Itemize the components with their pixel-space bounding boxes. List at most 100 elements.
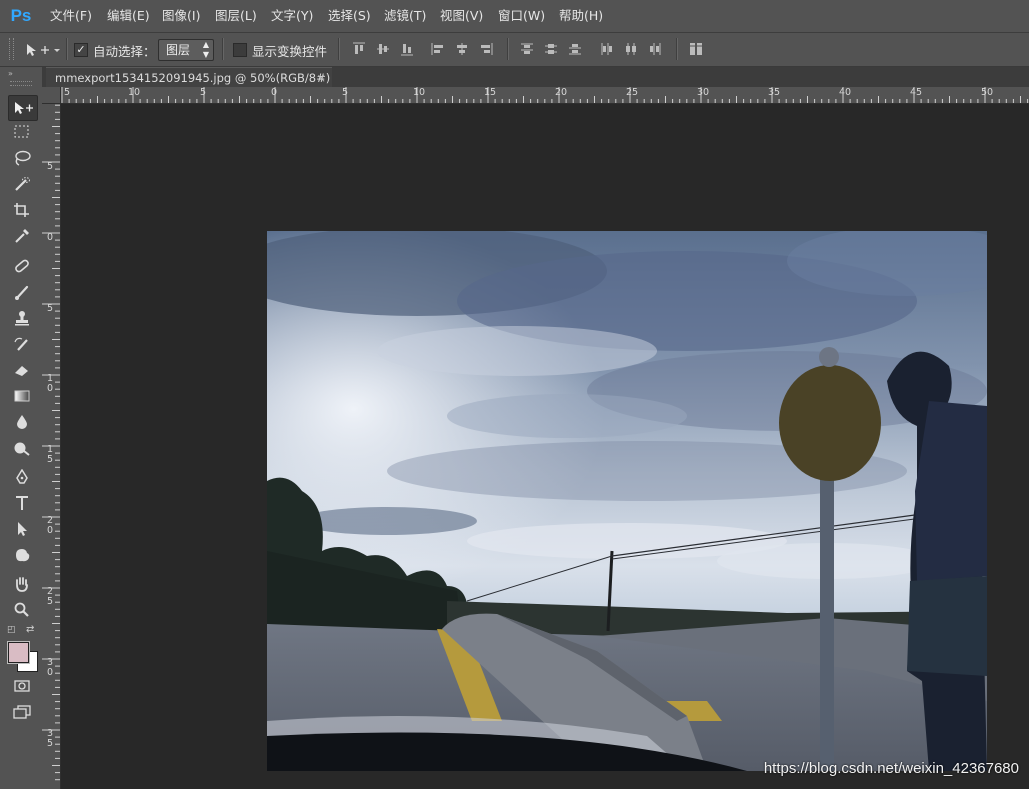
menu-select[interactable]: 选择(S): [328, 0, 371, 32]
align-horizontal-center-icon[interactable]: [455, 42, 469, 56]
blur-tool-button[interactable]: [8, 410, 36, 434]
hand-tool-button[interactable]: [8, 572, 36, 596]
vruler-label: 30: [47, 657, 54, 678]
vruler-label: 35: [47, 728, 54, 749]
hand-icon: [16, 577, 28, 592]
distribute-top-icon[interactable]: [520, 42, 534, 56]
healing-brush-tool-button[interactable]: [8, 254, 36, 278]
hruler-label: 15: [484, 87, 497, 98]
hruler-label: 5: [64, 87, 71, 98]
crop-tool-button[interactable]: [8, 198, 36, 222]
default-colors-icon[interactable]: ◰: [7, 625, 16, 635]
screen-mode-icon: [13, 705, 31, 719]
options-grip[interactable]: [9, 38, 14, 60]
custom-shape-icon: [16, 549, 30, 562]
zoom-tool-button[interactable]: [8, 598, 36, 622]
show-transform-label: 显示变换控件: [252, 44, 328, 59]
ruler-origin[interactable]: [42, 87, 61, 104]
distribute-vertical-center-icon[interactable]: [544, 42, 558, 56]
clone-stamp-tool-button[interactable]: [8, 306, 36, 330]
type-tool-button[interactable]: [8, 491, 36, 515]
pen-icon: [16, 469, 28, 484]
menu-file[interactable]: 文件(F): [50, 0, 92, 32]
move-tool-icon: [27, 44, 60, 56]
show-transform-checkbox[interactable]: [233, 43, 247, 57]
align-right-icon[interactable]: [479, 42, 493, 56]
menu-filter[interactable]: 滤镜(T): [384, 0, 426, 32]
path-selection-tool-button[interactable]: [8, 517, 36, 541]
distribute-horizontal-center-icon[interactable]: [624, 42, 638, 56]
separator: [66, 38, 68, 60]
distribute-bottom-icon[interactable]: [568, 42, 582, 56]
menu-image[interactable]: 图像(I): [162, 0, 200, 32]
menu-type[interactable]: 文字(Y): [271, 0, 313, 32]
eyedropper-tool-button[interactable]: [8, 224, 36, 248]
distribute-left-icon[interactable]: [600, 42, 614, 56]
screen-mode-button[interactable]: [8, 700, 36, 724]
dropdown-arrows-icon: ▲ ▼: [202, 40, 209, 59]
vruler-label: 5: [47, 161, 54, 172]
collapse-panel-icon[interactable]: »: [8, 69, 13, 78]
vruler-label: 0: [47, 232, 54, 243]
vruler-label: 15: [47, 444, 54, 465]
shape-tool-button[interactable]: [8, 543, 36, 567]
quick-selection-brush-icon: [15, 177, 30, 191]
hruler-label: 40: [839, 87, 852, 98]
pen-tool-button[interactable]: [8, 465, 36, 489]
align-top-icon[interactable]: [352, 42, 366, 56]
stamp-icon: [15, 311, 29, 326]
eyedropper-icon: [15, 229, 29, 243]
menu-layer[interactable]: 图层(L): [215, 0, 257, 32]
panel-grip[interactable]: [10, 81, 32, 86]
tool-preset-picker[interactable]: [24, 41, 60, 59]
path-selection-arrow-icon: [18, 522, 27, 536]
dodge-tool-button[interactable]: [8, 436, 36, 460]
brush-tool-button[interactable]: [8, 280, 36, 304]
menu-help[interactable]: 帮助(H): [559, 0, 603, 32]
menu-window[interactable]: 窗口(W): [498, 0, 545, 32]
document-tab[interactable]: mmexport1534152091945.jpg @ 50%(RGB/8#) …: [46, 67, 332, 88]
align-left-icon[interactable]: [431, 42, 445, 56]
eraser-tool-button[interactable]: [8, 358, 36, 382]
auto-select-value: 图层: [166, 43, 191, 57]
brush-icon: [15, 285, 29, 300]
vertical-ruler[interactable]: 5 0 5 10 15 20 25 30 35: [42, 87, 61, 789]
separator: [222, 38, 224, 60]
foreground-color-swatch[interactable]: [7, 641, 30, 664]
horizontal-ruler[interactable]: 5 10 5 0 5 10 15 20 25 30 35 40 45 50: [42, 87, 1029, 104]
menu-edit[interactable]: 编辑(E): [107, 0, 150, 32]
bandage-icon: [15, 259, 29, 273]
hruler-label: 10: [128, 87, 141, 98]
document-tab-title: mmexport1534152091945.jpg @ 50%(RGB/8#): [55, 71, 331, 85]
gradient-tool-button[interactable]: [8, 384, 36, 408]
lasso-tool-button[interactable]: [8, 146, 36, 170]
quick-mask-icon: [14, 680, 30, 692]
document-image[interactable]: [267, 231, 987, 771]
auto-align-layers-icon[interactable]: [689, 42, 703, 56]
history-brush-icon: [14, 337, 28, 351]
vruler-label: 5: [47, 303, 54, 314]
dodge-icon: [14, 442, 30, 456]
marquee-tool-button[interactable]: [8, 120, 36, 144]
distribute-right-icon[interactable]: [648, 42, 662, 56]
move-tool-button[interactable]: [8, 95, 38, 121]
crop-icon: [14, 203, 29, 217]
swap-colors-icon[interactable]: ⇄: [26, 624, 34, 635]
quick-select-tool-button[interactable]: [8, 172, 36, 196]
vruler-label: 25: [47, 586, 54, 607]
rectangular-marquee-icon: [14, 125, 29, 138]
hruler-label: 0: [271, 87, 278, 98]
horizontal-ruler-ticks: [61, 87, 1029, 103]
checkmark-icon: ✓: [76, 43, 86, 56]
menu-view[interactable]: 视图(V): [440, 0, 483, 32]
align-bottom-icon[interactable]: [400, 42, 414, 56]
separator: [676, 38, 678, 60]
close-tab-icon[interactable]: ×: [316, 68, 326, 88]
auto-select-checkbox[interactable]: ✓: [74, 43, 88, 57]
align-vertical-center-icon[interactable]: [376, 42, 390, 56]
history-brush-tool-button[interactable]: [8, 332, 36, 356]
gradient-icon: [14, 390, 30, 402]
vruler-label: 20: [47, 515, 54, 536]
auto-select-dropdown[interactable]: 图层 ▲ ▼: [158, 39, 214, 61]
quick-mask-button[interactable]: [8, 674, 36, 698]
